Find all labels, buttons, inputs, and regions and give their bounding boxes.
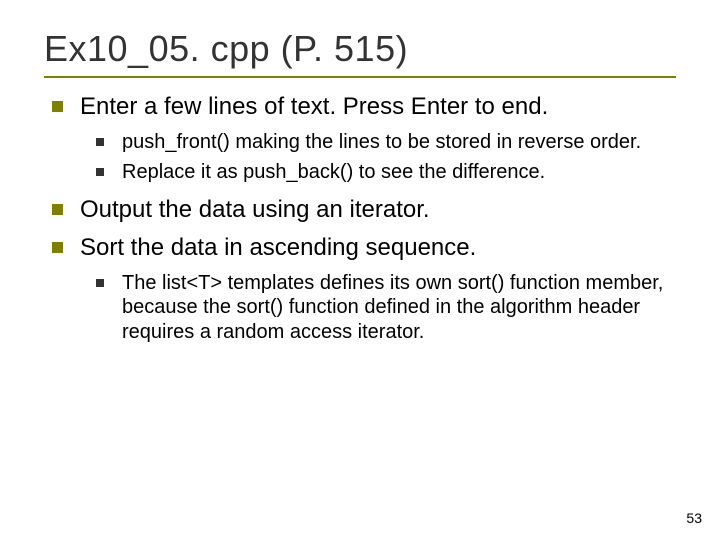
bullet-level1: Sort the data in ascending sequence. bbox=[44, 233, 676, 263]
bullet-level2: push_front() making the lines to be stor… bbox=[44, 130, 676, 154]
sub-bullet-group: The list<T> templates defines its own so… bbox=[44, 271, 676, 344]
title-underline bbox=[44, 76, 676, 78]
bullet-text: Sort the data in ascending sequence. bbox=[80, 234, 476, 261]
page-number: 53 bbox=[686, 510, 702, 526]
sub-bullet-group: push_front() making the lines to be stor… bbox=[44, 130, 676, 185]
bullet-level2: Replace it as push_back() to see the dif… bbox=[44, 160, 676, 184]
slide: Ex10_05. cpp (P. 515) Enter a few lines … bbox=[0, 0, 720, 540]
bullet-text: The list<T> templates defines its own so… bbox=[122, 272, 663, 343]
bullet-level1: Output the data using an iterator. bbox=[44, 195, 676, 225]
slide-title: Ex10_05. cpp (P. 515) bbox=[44, 28, 676, 70]
bullet-text: push_front() making the lines to be stor… bbox=[122, 131, 641, 153]
bullet-text: Replace it as push_back() to see the dif… bbox=[122, 161, 545, 183]
bullet-text: Enter a few lines of text. Press Enter t… bbox=[80, 93, 548, 120]
bullet-level1: Enter a few lines of text. Press Enter t… bbox=[44, 92, 676, 122]
bullet-text: Output the data using an iterator. bbox=[80, 196, 430, 223]
bullet-level2: The list<T> templates defines its own so… bbox=[44, 271, 676, 344]
